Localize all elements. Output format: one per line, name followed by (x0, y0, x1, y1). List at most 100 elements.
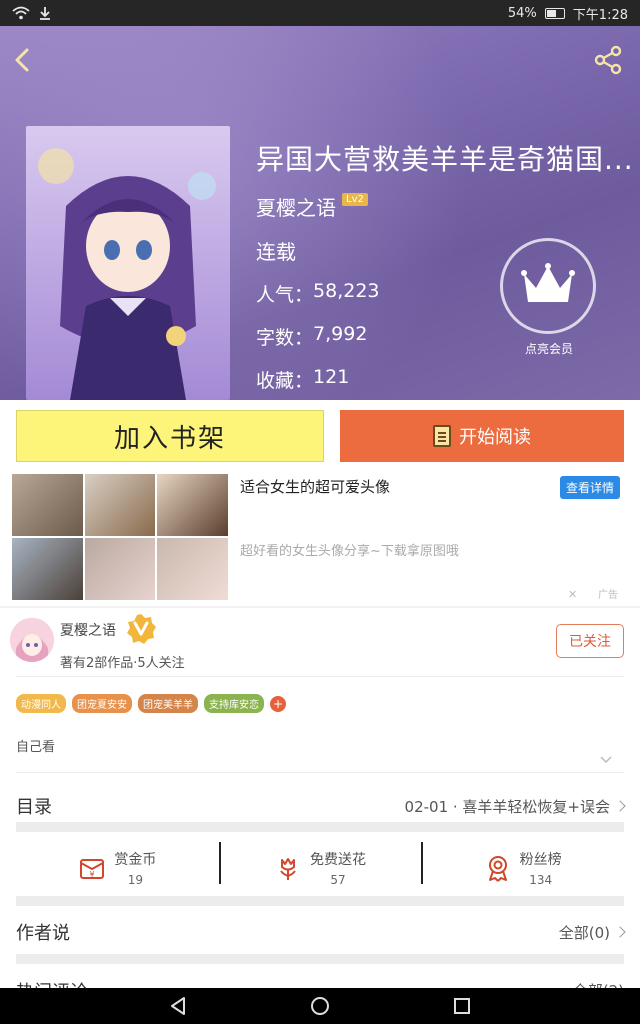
action-bar: 加入书架 开始阅读 (0, 400, 640, 474)
hot-comments-all[interactable]: 全部(2) (573, 980, 624, 988)
favorites-value: 121 (313, 366, 350, 388)
stats-bar: ¥ 赏金币 19 免费送花 57 粉丝榜 134 (16, 840, 624, 896)
section-gap (16, 896, 624, 906)
book-cover[interactable] (26, 126, 230, 400)
ad-image (84, 538, 156, 600)
tag[interactable]: 动漫同人 (16, 694, 66, 713)
add-to-shelf-button[interactable]: 加入书架 (16, 410, 324, 462)
crown-icon (521, 263, 575, 302)
hot-comments-title: 热门评论 (16, 978, 88, 988)
book-title: 异国大营救美羊羊是奇猫国... (256, 143, 634, 176)
author-says-row[interactable]: 作者说 全部(0) (16, 912, 626, 952)
section-gap (16, 822, 624, 832)
word-count: 字数： 7,992 (256, 323, 367, 350)
stat-label: 免费送花 (310, 852, 366, 868)
clock: 下午1:28 (572, 7, 628, 23)
divider (16, 676, 624, 677)
book-intro: 自己看 (16, 740, 56, 755)
tag[interactable]: 团宠美羊羊 (138, 694, 198, 713)
stat-value: 134 (529, 873, 553, 887)
stat-value: 57 (330, 873, 346, 887)
ad-banner[interactable]: 适合女生的超可爱头像 查看详情 超好看的女生头像分享~下载拿原图哦 ✕ 广告 (0, 474, 640, 606)
medal-icon (488, 856, 507, 882)
author-works: 著有2部作品·5人关注 (60, 656, 185, 671)
author-says-count: 全部(0) (558, 923, 610, 942)
wifi-icon (12, 6, 30, 20)
download-icon (40, 7, 50, 20)
back-icon[interactable] (8, 42, 38, 78)
tag-list: 动漫同人 团宠夏安安 团宠美羊羊 支持库安恋 + (16, 694, 286, 713)
ad-image-grid[interactable] (12, 474, 228, 600)
reward-coin-text: 赏金币 19 (114, 849, 156, 887)
free-flower-button[interactable]: 免费送花 57 (218, 840, 422, 896)
favorites-label: 收藏： (256, 370, 314, 392)
cover-illustration (26, 126, 230, 400)
tag[interactable]: 支持库安恋 (204, 694, 264, 713)
vip-circle (500, 238, 596, 334)
latest-chapter: 02-01 · 喜羊羊轻松恢复+误会 (404, 797, 610, 816)
coin-envelope-icon: ¥ (80, 859, 105, 879)
verified-v-icon (127, 614, 156, 644)
ad-image (157, 538, 228, 600)
ad-image (12, 538, 83, 600)
ad-title[interactable]: 适合女生的超可爱头像 (240, 476, 390, 497)
fan-rank-text: 粉丝榜 134 (520, 849, 562, 887)
popularity-label: 人气： (256, 284, 314, 306)
ad-detail-button[interactable]: 查看详情 (560, 476, 621, 499)
toc-title: 目录 (16, 797, 52, 818)
toc-latest: 02-01 · 喜羊羊轻松恢复+误会 (404, 796, 626, 817)
divider (16, 772, 624, 773)
nav-back-icon[interactable] (167, 995, 189, 1017)
battery-icon (544, 7, 565, 19)
author-name[interactable]: 夏樱之语 (256, 192, 336, 221)
word-count-value: 7,992 (313, 323, 368, 345)
author-card-name[interactable]: 夏樱之语 (60, 620, 116, 640)
stat-value: 19 (127, 873, 143, 887)
author-card: 夏樱之语 著有2部作品·5人关注 已关注 动漫同人 团宠夏安安 团宠美羊羊 支持… (0, 608, 640, 964)
nav-recents-icon[interactable] (451, 995, 473, 1017)
chevron-right-icon (614, 800, 626, 812)
book-icon (433, 425, 451, 447)
author-says-title: 作者说 (16, 923, 70, 944)
ad-image (84, 474, 156, 536)
nav-home-icon[interactable] (309, 995, 331, 1017)
reward-coin-button[interactable]: ¥ 赏金币 19 (16, 840, 219, 896)
serial-status: 连载 (256, 240, 296, 264)
book-header: 异国大营救美羊羊是奇猫国... 夏樱之语 Lv2 连载 人气： 58,223 字… (0, 26, 640, 400)
avatar[interactable] (10, 618, 54, 662)
popularity-value: 58,223 (313, 280, 380, 302)
status-left (12, 6, 52, 20)
hot-comments-row[interactable]: 热门评论 全部(2) (0, 964, 640, 988)
ad-close-icon[interactable]: ✕ (568, 588, 577, 601)
vip-button[interactable]: 点亮会员 (500, 238, 598, 357)
stat-label: 粉丝榜 (519, 852, 562, 868)
ad-mark: 广告 (598, 590, 618, 601)
system-nav-bar (0, 988, 640, 1024)
author-level-badge: Lv2 (342, 193, 368, 206)
ad-image (12, 474, 83, 536)
chevron-down-icon[interactable] (600, 754, 612, 766)
flower-icon (280, 858, 296, 880)
follow-button[interactable]: 已关注 (556, 624, 624, 658)
vip-label: 点亮会员 (524, 342, 573, 356)
status-right: 54% 下午1:28 (508, 4, 628, 23)
author-says-all[interactable]: 全部(0) (558, 922, 626, 943)
chevron-right-icon (614, 926, 626, 938)
status-bar: 54% 下午1:28 (0, 0, 640, 26)
author-row[interactable]: 夏樱之语 Lv2 (256, 192, 368, 221)
start-reading-button[interactable]: 开始阅读 (340, 410, 624, 462)
fan-rank-button[interactable]: 粉丝榜 134 (421, 840, 624, 896)
free-flower-text: 免费送花 57 (310, 849, 366, 887)
section-gap (16, 954, 624, 964)
popularity: 人气： 58,223 (256, 280, 380, 307)
ad-description: 超好看的女生头像分享~下载拿原图哦 (240, 544, 459, 559)
tag[interactable]: 团宠夏安安 (72, 694, 132, 713)
start-reading-label: 开始阅读 (459, 427, 531, 448)
battery-percent: 54% (507, 5, 537, 21)
svg-text:¥: ¥ (90, 870, 95, 879)
favorites: 收藏： 121 (256, 366, 349, 393)
word-count-label: 字数： (256, 327, 314, 349)
add-tag-icon[interactable]: + (270, 695, 286, 712)
share-icon[interactable] (592, 44, 624, 76)
stat-label: 赏金币 (114, 852, 157, 868)
